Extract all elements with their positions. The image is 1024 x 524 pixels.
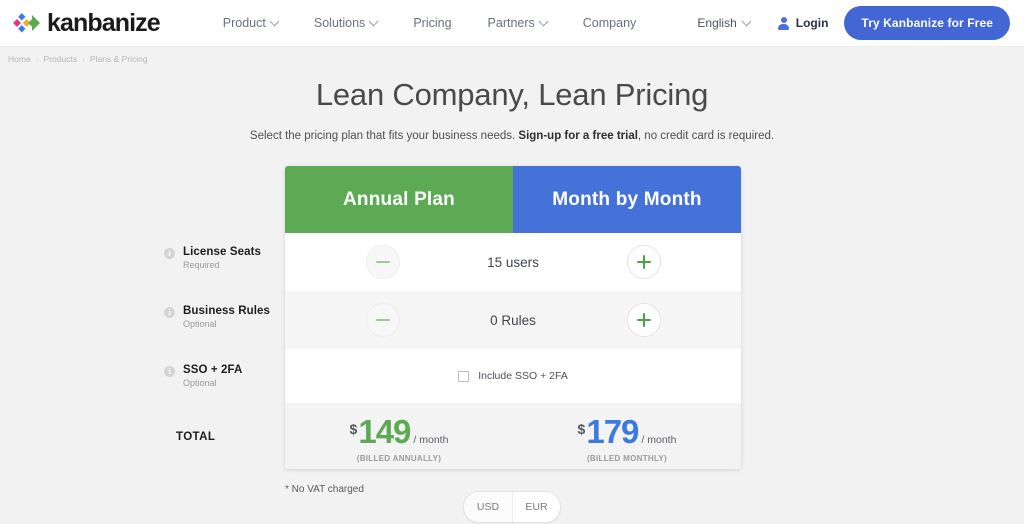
- chevron-down-icon: [368, 16, 379, 26]
- hero-section: Lean Company, Lean Pricing Select the pr…: [0, 77, 1024, 142]
- currency-option-usd[interactable]: USD: [464, 492, 512, 522]
- nav-label: Company: [582, 16, 637, 30]
- feature-subtitle: Optional: [183, 319, 217, 329]
- billing-note: (BILLED MONTHLY): [586, 453, 668, 463]
- tab-annual-plan[interactable]: Annual Plan: [285, 166, 513, 233]
- header-actions: English Login Try Kanbanize for Free: [683, 6, 1010, 40]
- page-title: Lean Company, Lean Pricing: [315, 77, 709, 112]
- user-icon: [778, 16, 790, 30]
- plan-tabs: Annual Plan Month by Month: [285, 166, 741, 233]
- breadcrumb-item-plans-pricing[interactable]: Plans & Pricing: [90, 54, 148, 64]
- language-label: English: [697, 16, 737, 30]
- plus-icon: [637, 255, 651, 269]
- rules-value: 0 Rules: [490, 312, 536, 328]
- currency-symbol: $: [577, 420, 586, 437]
- breadcrumb-separator: ›: [82, 54, 85, 64]
- pricing-page: kanbanize Product Solutions Pricing Part…: [0, 0, 1024, 524]
- price-period: / month: [413, 433, 449, 446]
- subtitle-text-before: Select the pricing plan that fits your b…: [249, 130, 519, 142]
- vat-note: * No VAT charged: [285, 484, 364, 495]
- language-selector[interactable]: English: [683, 16, 763, 30]
- row-license-seats: 15 users: [285, 233, 741, 291]
- nav-item-pricing[interactable]: Pricing: [395, 16, 469, 30]
- plus-icon: [637, 313, 651, 327]
- price-line: $ 149 / month: [350, 413, 449, 451]
- try-free-button[interactable]: Try Kanbanize for Free: [844, 6, 1010, 40]
- nav-label: Solutions: [313, 16, 366, 30]
- currency-toggle: USD EUR: [463, 491, 561, 523]
- totals-row: $ 149 / month (BILLED ANNUALLY) $ 179 / …: [285, 403, 741, 469]
- info-icon[interactable]: i: [164, 248, 175, 259]
- feature-title: Business Rules: [183, 305, 271, 317]
- currency-symbol: $: [349, 420, 358, 437]
- nav-item-partners[interactable]: Partners: [470, 16, 565, 30]
- main-navigation: Product Solutions Pricing Partners Compa…: [205, 16, 655, 30]
- price-amount: 179: [586, 412, 639, 450]
- price-line: $ 179 / month: [578, 413, 677, 451]
- pricing-card: Annual Plan Month by Month 15 users 0 Ru…: [285, 166, 741, 469]
- row-sso-2fa: Include SSO + 2FA: [285, 349, 741, 403]
- total-annual: $ 149 / month (BILLED ANNUALLY): [285, 403, 513, 469]
- total-monthly: $ 179 / month (BILLED MONTHLY): [513, 403, 741, 469]
- breadcrumb-separator: ›: [35, 54, 39, 64]
- breadcrumb-item-products[interactable]: Products: [44, 54, 78, 64]
- breadcrumb: Home › Products › Plans & Pricing: [0, 47, 1024, 64]
- increase-seats-button[interactable]: [627, 245, 661, 279]
- login-label: Login: [795, 16, 829, 30]
- breadcrumb-item-home[interactable]: Home: [8, 54, 31, 64]
- sso-checkbox[interactable]: [458, 370, 470, 382]
- site-header: kanbanize Product Solutions Pricing Part…: [0, 0, 1024, 47]
- login-link[interactable]: Login: [764, 16, 845, 30]
- info-icon[interactable]: i: [164, 366, 175, 377]
- increase-rules-button[interactable]: [627, 303, 661, 337]
- chevron-down-icon: [269, 16, 280, 26]
- feature-subtitle: Optional: [183, 378, 217, 388]
- page-subtitle: Select the pricing plan that fits your b…: [0, 130, 1024, 142]
- chevron-down-icon: [538, 16, 549, 26]
- kanbanize-diamond-logo-icon: [12, 10, 42, 36]
- feature-license-seats: i License Seats Required: [164, 246, 261, 270]
- subtitle-text-after: , no credit card is required.: [637, 130, 775, 142]
- feature-sso-2fa: i SSO + 2FA Optional: [164, 364, 242, 388]
- pricing-section: i License Seats Required i Business Rule…: [0, 166, 1024, 495]
- logo[interactable]: kanbanize: [12, 8, 161, 38]
- row-business-rules: 0 Rules: [285, 291, 741, 349]
- nav-item-solutions[interactable]: Solutions: [296, 16, 395, 30]
- feature-title: SSO + 2FA: [183, 364, 243, 376]
- nav-label: Product: [222, 16, 266, 30]
- tab-month-by-month[interactable]: Month by Month: [513, 166, 741, 233]
- subtitle-highlight[interactable]: Sign-up for a free trial: [518, 130, 638, 142]
- nav-label: Pricing: [413, 16, 452, 30]
- price-period: / month: [641, 433, 677, 446]
- feature-title: License Seats: [183, 246, 262, 258]
- total-label: TOTAL: [176, 431, 216, 443]
- seats-value: 15 users: [487, 254, 539, 270]
- logo-text: kanbanize: [47, 8, 161, 37]
- chevron-down-icon: [741, 16, 752, 26]
- feature-business-rules: i Business Rules Optional: [164, 305, 270, 329]
- info-icon[interactable]: i: [164, 307, 175, 318]
- billing-note: (BILLED ANNUALLY): [356, 453, 442, 463]
- nav-label: Partners: [487, 16, 535, 30]
- sso-checkbox-label: Include SSO + 2FA: [478, 370, 568, 382]
- currency-option-eur[interactable]: EUR: [512, 492, 560, 522]
- nav-item-company[interactable]: Company: [565, 16, 655, 30]
- price-amount: 149: [358, 412, 411, 450]
- feature-subtitle: Required: [183, 260, 220, 270]
- nav-item-product[interactable]: Product: [205, 16, 296, 30]
